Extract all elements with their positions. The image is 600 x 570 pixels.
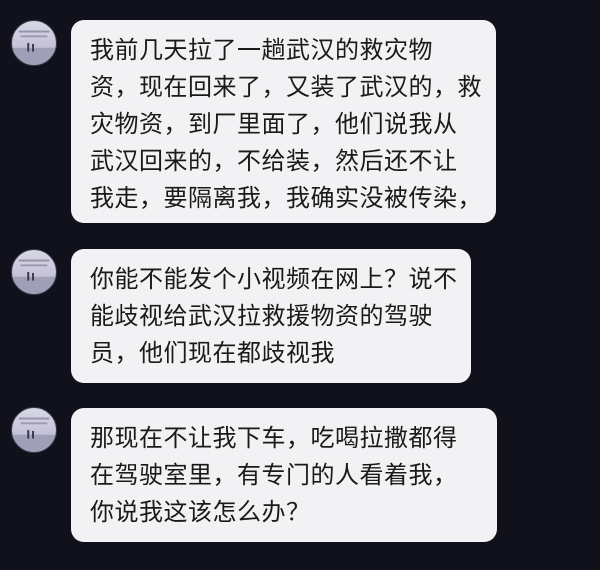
chat-thread: 我前几天拉了一趟武汉的救灾物 资，现在回来了，又装了武汉的，救 灾物资，到厂里面… [0,0,600,570]
message-text-line: 我前几天拉了一趟武汉的救灾物 [90,36,433,64]
message-text-line: 灾物资，到厂里面了，他们说我从 [90,110,458,138]
message-text-line: 能歧视给武汉拉救援物资的驾驶 [90,302,433,330]
message-text-line: 你能不能发个小视频在网上？说不 [90,265,458,293]
message-text-line: 那现在不让我下车，吃喝拉撒都得 [90,424,458,452]
message-text-line: 资，现在回来了，又装了武汉的，救 [90,73,482,101]
avatar[interactable] [11,249,57,295]
message-text-line: 我走，要隔离我，我确实没被传染， [90,184,482,212]
message-text-line: 你说我这该怎么办？ [90,498,311,526]
avatar-image-icon [12,417,56,452]
avatar-image-icon [12,30,56,65]
message-bubble[interactable]: 你能不能发个小视频在网上？说不 能歧视给武汉拉救援物资的驾驶 员，他们现在都歧视… [71,249,471,383]
avatar[interactable] [11,20,57,66]
avatar[interactable] [11,407,57,453]
message-text-line: 在驾驶室里，有专门的人看着我， [90,461,458,489]
message-text-line: 员，他们现在都歧视我 [90,339,335,367]
message-text-line: 武汉回来的，不给装，然后还不让 [90,147,458,175]
avatar-image-icon [12,259,56,294]
message-bubble[interactable]: 我前几天拉了一趟武汉的救灾物 资，现在回来了，又装了武汉的，救 灾物资，到厂里面… [71,20,496,223]
message-bubble[interactable]: 那现在不让我下车，吃喝拉撒都得 在驾驶室里，有专门的人看着我， 你说我这该怎么办… [71,408,497,542]
